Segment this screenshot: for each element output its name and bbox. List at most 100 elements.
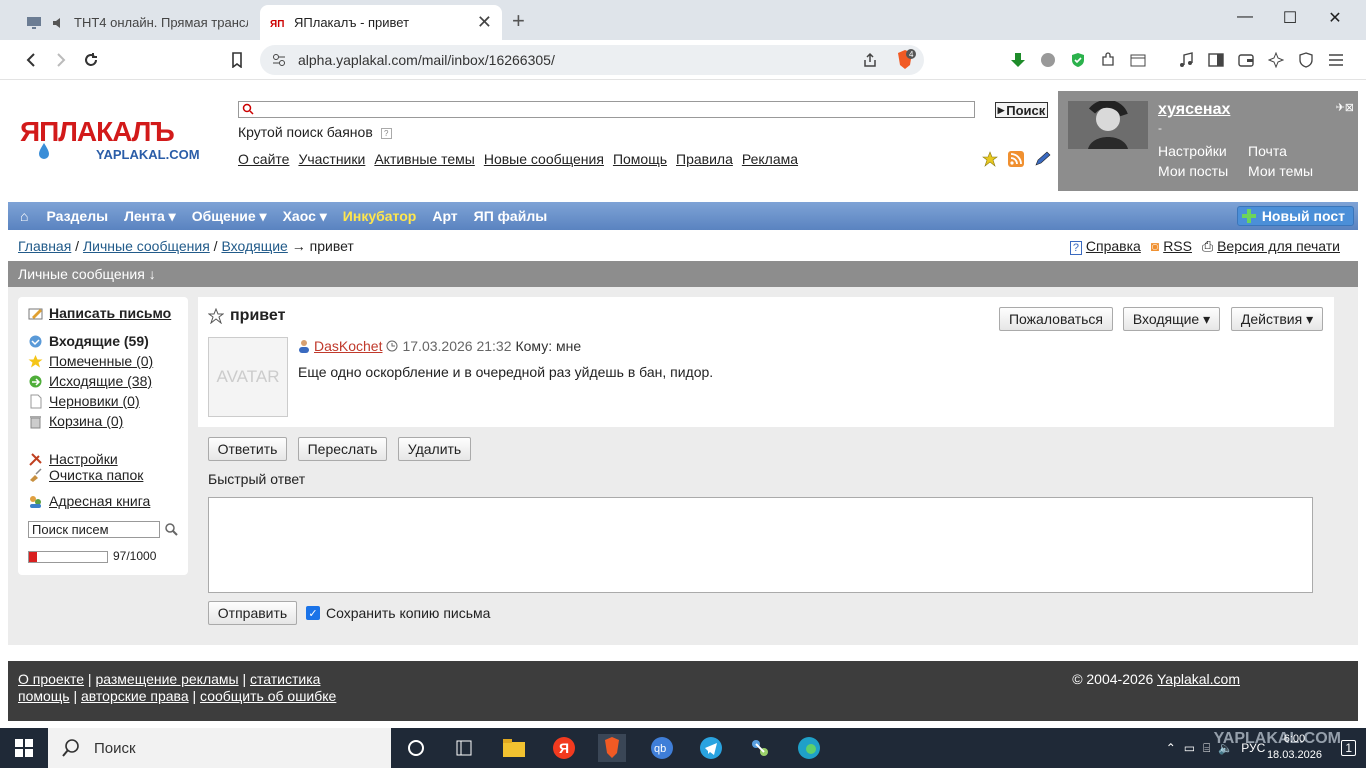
nav-art[interactable]: Арт	[432, 208, 457, 224]
clock[interactable]: 6:00 18.03.2026	[1267, 731, 1322, 763]
footer-report-error[interactable]: сообщить об ошибке	[200, 688, 336, 704]
folder-trash[interactable]: Корзина (0)	[28, 413, 123, 429]
nav-communication[interactable]: Общение ▾	[192, 208, 267, 225]
yandex-browser-icon[interactable]: Я	[550, 734, 578, 762]
user-topics-link[interactable]: Мои темы	[1248, 163, 1313, 179]
compose-link[interactable]: Написать письмо	[49, 305, 171, 321]
taskbar-search[interactable]: Поиск	[48, 728, 391, 768]
folder-trash-label[interactable]: Корзина (0)	[49, 413, 123, 429]
folder-marked-label[interactable]: Помеченные (0)	[49, 353, 153, 369]
pm-settings-link[interactable]: Настройки	[49, 451, 118, 467]
leo-ai-icon[interactable]	[1266, 50, 1286, 70]
nav-about[interactable]: О сайте	[238, 151, 289, 167]
send-button[interactable]: Отправить	[208, 601, 297, 625]
user-settings-link[interactable]: Настройки	[1158, 143, 1227, 159]
search-button[interactable]: ▸ Поиск	[995, 102, 1048, 118]
folder-drafts-label[interactable]: Черновики (0)	[49, 393, 140, 409]
nav-yp-files[interactable]: ЯП файлы	[474, 208, 548, 224]
extensions-icon[interactable]	[1098, 50, 1118, 70]
chevron-up-icon[interactable]: ⌃	[1166, 741, 1176, 755]
nav-sections[interactable]: Разделы	[46, 208, 108, 224]
nav-chaos[interactable]: Хаос ▾	[283, 208, 327, 225]
new-post-button[interactable]: Новый пост	[1236, 206, 1354, 226]
delete-button[interactable]: Удалить	[398, 437, 471, 461]
footer-stats[interactable]: статистика	[250, 671, 320, 687]
mail-search-input[interactable]: Поиск писем	[28, 521, 160, 538]
sidebar-icon[interactable]	[1206, 50, 1226, 70]
actions-dropdown[interactable]: Действия ▾	[1231, 307, 1323, 331]
logout-icon[interactable]: ✈⊠	[1336, 101, 1354, 114]
report-button[interactable]: Пожаловаться	[999, 307, 1113, 331]
compose-row[interactable]: Написать письмо	[28, 305, 171, 321]
inbox-dropdown[interactable]: Входящие ▾	[1123, 307, 1220, 331]
menu-icon[interactable]	[1326, 50, 1346, 70]
folder-drafts[interactable]: Черновики (0)	[28, 393, 140, 409]
folder-marked[interactable]: Помеченные (0)	[28, 353, 153, 369]
search-hint[interactable]: Крутой поиск баянов?	[238, 124, 392, 140]
help-icon[interactable]: ?	[380, 127, 392, 139]
username-link[interactable]: хуясенах	[1158, 101, 1230, 119]
forward-button[interactable]: Переслать	[298, 437, 387, 461]
author-link[interactable]: DasKochet	[314, 338, 382, 354]
user-mail-link[interactable]: Почта	[1248, 143, 1287, 159]
shield-check-icon[interactable]	[1068, 50, 1088, 70]
telegram-icon[interactable]	[697, 734, 725, 762]
download-icon[interactable]	[1008, 50, 1028, 70]
user-posts-link[interactable]: Мои посты	[1158, 163, 1228, 179]
address-book-row[interactable]: Адресная книга	[28, 493, 150, 509]
rss-icon[interactable]	[1008, 151, 1024, 167]
task-view-icon[interactable]	[402, 734, 430, 762]
tab-yaplakal[interactable]: ЯП ЯПлакалъ - привет ✕	[260, 5, 502, 40]
nav-ads[interactable]: Реклама	[742, 151, 798, 167]
share-icon[interactable]	[862, 52, 878, 68]
save-copy-checkbox[interactable]: ✓ Сохранить копию письма	[306, 605, 490, 621]
star-icon[interactable]	[982, 151, 998, 167]
folder-inbox[interactable]: Входящие (59)	[28, 333, 149, 349]
reload-icon[interactable]	[80, 49, 102, 71]
file-explorer-icon[interactable]	[500, 734, 528, 762]
print-version-link[interactable]: Версия для печати	[1217, 238, 1340, 254]
close-tab-icon[interactable]: ✕	[477, 12, 492, 33]
folder-outbox[interactable]: Исходящие (38)	[28, 373, 152, 389]
minimize-button[interactable]: —	[1230, 8, 1260, 26]
nav-new-messages[interactable]: Новые сообщения	[484, 151, 604, 167]
pm-section-header[interactable]: Личные сообщения ↓	[8, 261, 1358, 287]
back-icon[interactable]	[20, 49, 42, 71]
footer-ads[interactable]: размещение рекламы	[95, 671, 238, 687]
tab-tnt4[interactable]: ТНТ4 онлайн. Прямая трансляц	[16, 5, 258, 40]
pm-settings-row[interactable]: Настройки	[28, 451, 118, 467]
notifications-icon[interactable]: 1	[1341, 740, 1356, 756]
reader-icon[interactable]	[1128, 50, 1148, 70]
footer-copyright-rules[interactable]: авторские права	[81, 688, 189, 704]
nav-help[interactable]: Помощь	[613, 151, 667, 167]
help-link[interactable]: Справка	[1086, 238, 1141, 254]
nav-active-topics[interactable]: Активные темы	[374, 151, 475, 167]
qbittorrent-icon[interactable]: qb	[648, 734, 676, 762]
vpn-icon[interactable]	[1296, 50, 1316, 70]
windows-start-icon[interactable]	[10, 734, 38, 762]
site-settings-icon[interactable]	[272, 53, 286, 67]
nav-members[interactable]: Участники	[298, 151, 365, 167]
network-app-icon[interactable]	[746, 734, 774, 762]
clean-folders-row[interactable]: Очистка папок	[28, 467, 143, 483]
home-icon[interactable]: ⌂	[20, 208, 28, 224]
folder-outbox-label[interactable]: Исходящие (38)	[49, 373, 152, 389]
search-input[interactable]	[238, 101, 975, 118]
network-icon[interactable]: ⌸	[1203, 741, 1210, 756]
footer-help[interactable]: помощь	[18, 688, 70, 704]
address-bar[interactable]: alpha.yaplakal.com/mail/inbox/16266305/ …	[260, 45, 924, 75]
star-outline-icon[interactable]	[208, 308, 224, 324]
search-icon[interactable]	[164, 522, 178, 536]
brave-taskbar-icon[interactable]	[598, 734, 626, 762]
site-logo[interactable]: ЯПЛАКАЛЪ YAPLAKAL.COM	[18, 113, 218, 165]
footer-about[interactable]: О проекте	[18, 671, 84, 687]
bookmark-icon[interactable]	[226, 49, 248, 71]
speaker-icon[interactable]	[50, 15, 66, 31]
quick-reply-textarea[interactable]	[208, 497, 1313, 593]
address-book-link[interactable]: Адресная книга	[49, 493, 150, 509]
pencil-icon[interactable]	[1034, 151, 1052, 167]
new-tab-button[interactable]: +	[512, 8, 525, 34]
edge-icon[interactable]	[795, 734, 823, 762]
nav-feed[interactable]: Лента ▾	[124, 208, 176, 225]
brave-shields-icon[interactable]: 4	[894, 49, 916, 71]
